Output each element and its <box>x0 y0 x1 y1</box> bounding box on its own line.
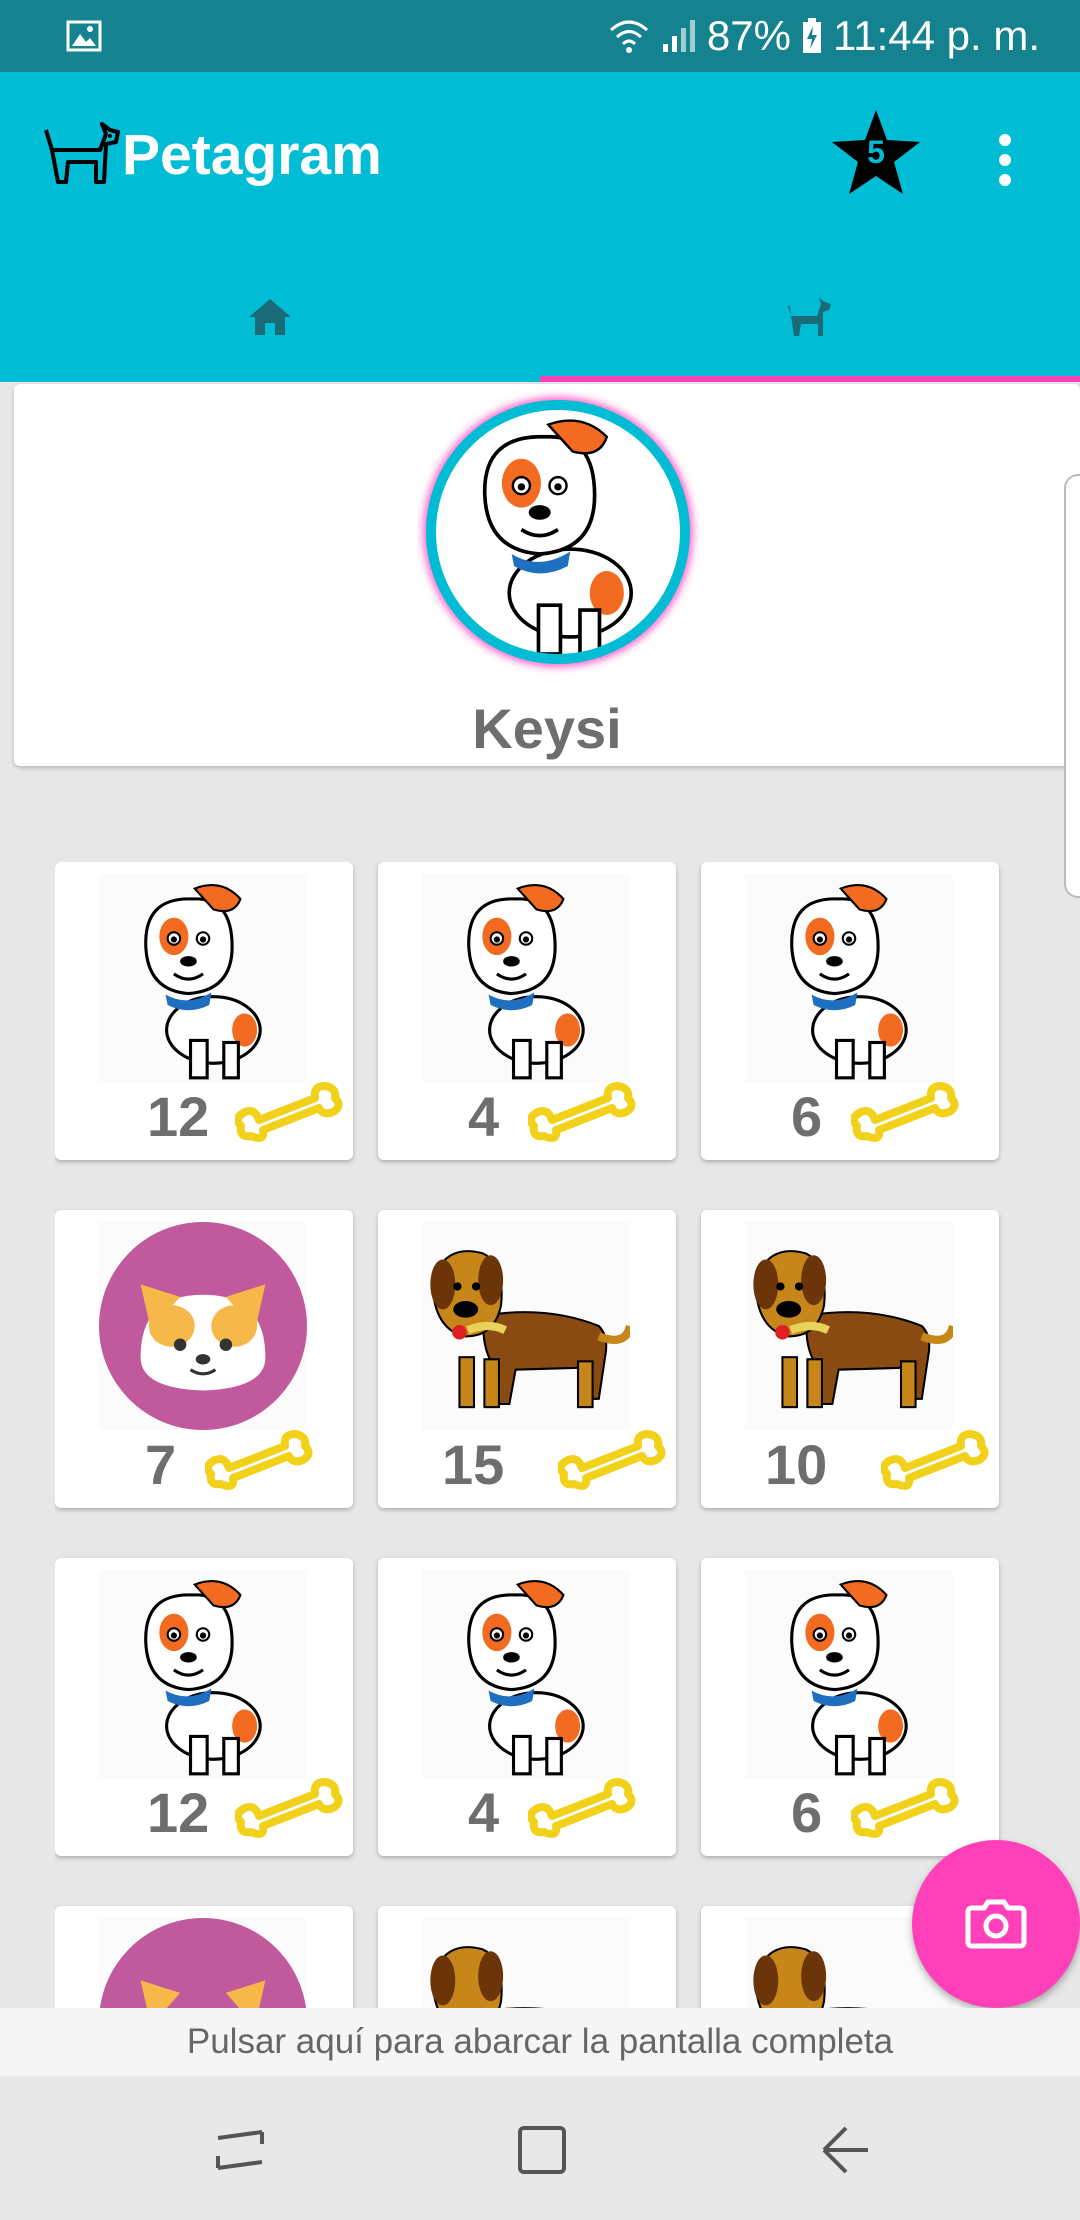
battery-charging-icon <box>802 18 821 53</box>
pet-card[interactable]: 15 <box>378 1210 676 1508</box>
signal-icon <box>662 20 695 52</box>
spotted-puppy-image <box>467 1580 585 1776</box>
spotted-puppy-image <box>790 884 908 1080</box>
home-square-icon[interactable] <box>512 2120 572 2180</box>
bone-icon[interactable] <box>558 1428 668 1500</box>
pet-card[interactable]: 4 <box>378 1558 676 1856</box>
bone-icon[interactable] <box>851 1776 961 1848</box>
brown-dog-image <box>430 1250 635 1409</box>
bone-icon[interactable] <box>528 1776 638 1848</box>
tab-pets[interactable] <box>540 252 1080 382</box>
camera-fab[interactable] <box>912 1840 1080 2008</box>
bone-icon[interactable] <box>528 1080 638 1152</box>
battery-percent: 87% <box>706 12 791 59</box>
spotted-puppy-image <box>144 1580 262 1776</box>
brown-dog-image <box>430 1946 544 2008</box>
wifi-icon <box>609 20 648 53</box>
spotted-puppy-image <box>790 1580 908 1776</box>
spotted-puppy-image <box>482 419 634 654</box>
like-count: 6 <box>791 1085 823 1148</box>
tab-indicator <box>540 376 1080 382</box>
scroll-handle[interactable] <box>1064 474 1080 898</box>
app-bar: Petagram 5 <box>0 72 1080 382</box>
home-icon <box>249 299 291 335</box>
bone-icon[interactable] <box>235 1080 345 1152</box>
spotted-puppy-image <box>144 884 262 1080</box>
status-bar: 87% 11:44 p. m. <box>0 0 1080 72</box>
profile-card: Keysi <box>14 384 1080 766</box>
favorites-count: 5 <box>867 134 885 170</box>
favorites-star-button[interactable]: 5 <box>830 108 922 198</box>
pet-card[interactable]: 10 <box>701 1210 999 1508</box>
bone-icon[interactable] <box>881 1428 991 1500</box>
dog-icon <box>788 298 831 336</box>
bone-icon[interactable] <box>851 1080 961 1152</box>
system-nav-bar <box>0 2076 1080 2220</box>
fullscreen-hint[interactable]: Pulsar aquí para abarcar la pantalla com… <box>0 2008 1080 2076</box>
pet-card[interactable] <box>55 1906 353 2008</box>
like-count: 15 <box>442 1433 505 1496</box>
cat-face-image <box>99 1222 307 1430</box>
tab-home[interactable] <box>0 252 540 382</box>
pets-grid: 12 4 6 7 15 10 12 4 6 <box>55 862 1005 2008</box>
pet-card[interactable] <box>378 1906 676 2008</box>
bone-icon[interactable] <box>235 1776 345 1848</box>
dog-logo-icon <box>44 122 120 184</box>
image-icon <box>66 20 102 52</box>
camera-icon <box>965 1899 1027 1949</box>
recent-apps-icon[interactable] <box>210 2120 270 2180</box>
like-count: 10 <box>765 1433 828 1496</box>
pet-card[interactable]: 4 <box>378 862 676 1160</box>
spotted-puppy-image <box>467 884 585 1080</box>
like-count: 6 <box>791 1781 823 1844</box>
overflow-menu-icon[interactable] <box>990 132 1020 188</box>
profile-avatar[interactable] <box>426 400 690 664</box>
bone-icon[interactable] <box>205 1428 315 1500</box>
pet-card[interactable]: 6 <box>701 1558 999 1856</box>
clock: 11:44 p. m. <box>832 12 1040 59</box>
like-count: 4 <box>468 1781 500 1844</box>
brown-dog-image <box>753 1250 958 1409</box>
pet-card[interactable]: 6 <box>701 862 999 1160</box>
app-title: Petagram <box>122 123 382 187</box>
back-icon[interactable] <box>816 2120 876 2180</box>
pet-card[interactable]: 12 <box>55 1558 353 1856</box>
pet-card[interactable]: 7 <box>55 1210 353 1508</box>
like-count: 4 <box>468 1085 500 1148</box>
like-count: 12 <box>147 1085 210 1148</box>
like-count: 7 <box>145 1433 177 1496</box>
pet-card[interactable]: 12 <box>55 862 353 1160</box>
cat-face-image <box>99 1918 307 2008</box>
like-count: 12 <box>147 1781 210 1844</box>
profile-name: Keysi <box>472 697 622 760</box>
